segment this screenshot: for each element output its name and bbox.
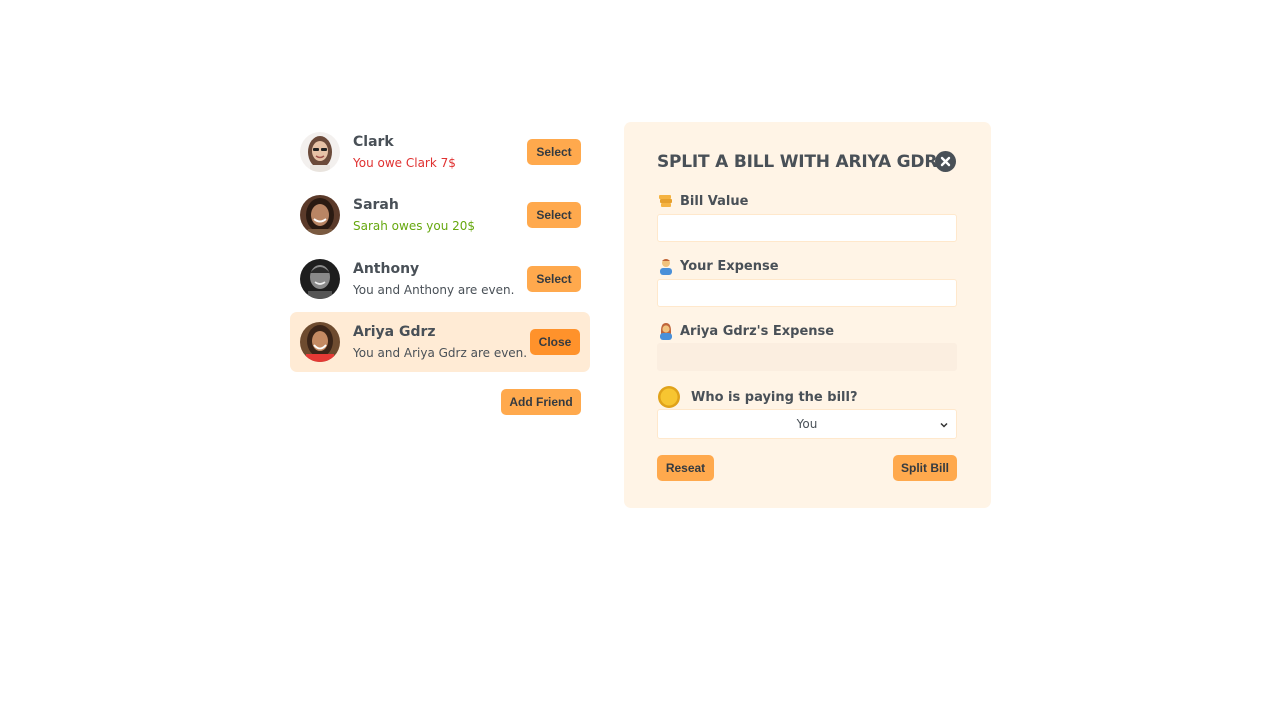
chevron-down-icon [940,422,948,428]
form-title: SPLIT A BILL WITH ARIYA GDRZ [657,152,950,172]
friend-name: Sarah [353,197,399,213]
payer-select[interactable]: You [657,409,957,439]
friend-name: Clark [353,134,394,150]
your-expense-input[interactable] [657,279,957,307]
select-button[interactable]: Select [527,202,581,228]
select-button[interactable]: Select [527,266,581,292]
friend-expense-label: Ariya Gdrz's Expense [657,322,834,340]
woman-icon [657,322,675,340]
friend-item-ariya-gdrz: Ariya Gdrz You and Ariya Gdrz are even. … [290,312,590,372]
money-icon [657,192,675,210]
friend-balance: You and Anthony are even. [353,283,515,297]
split-bill-form: SPLIT A BILL WITH ARIYA GDRZ Bill Value [624,122,991,508]
coin-icon [657,385,681,409]
friend-name: Anthony [353,261,420,277]
close-button[interactable]: Close [530,329,580,355]
friend-item-anthony: Anthony You and Anthony are even. Select [290,249,590,309]
avatar [300,195,340,235]
friend-balance: Sarah owes you 20$ [353,219,476,233]
label-text: Ariya Gdrz's Expense [680,323,835,339]
avatar [300,259,340,299]
add-friend-button[interactable]: Add Friend [501,389,581,415]
bill-value-label: Bill Value [657,192,748,210]
label-text: Who is paying the bill? [691,389,858,405]
eat-n-split-app: Clark You owe Clark 7$ Select Sarah Sara… [290,122,991,508]
friend-item-clark: Clark You owe Clark 7$ Select [290,122,590,182]
friend-balance: You and Ariya Gdrz are even. [353,346,528,360]
label-text: Bill Value [680,193,749,209]
your-expense-label: Your Expense [657,257,779,275]
select-button[interactable]: Select [527,139,581,165]
close-icon[interactable] [935,151,956,172]
avatar [300,132,340,172]
payer-selected-value: You [796,417,818,431]
label-text: Your Expense [680,258,779,274]
friend-balance: You owe Clark 7$ [353,156,456,170]
reset-button[interactable]: Reseat [657,455,714,481]
avatar [300,322,340,362]
man-icon [657,257,675,275]
friend-expense-input [657,343,957,371]
payer-label: Who is paying the bill? [657,385,858,409]
friend-item-sarah: Sarah Sarah owes you 20$ Select [290,185,590,245]
friend-name: Ariya Gdrz [353,324,436,340]
split-bill-button[interactable]: Split Bill [893,455,957,481]
bill-value-input[interactable] [657,214,957,242]
